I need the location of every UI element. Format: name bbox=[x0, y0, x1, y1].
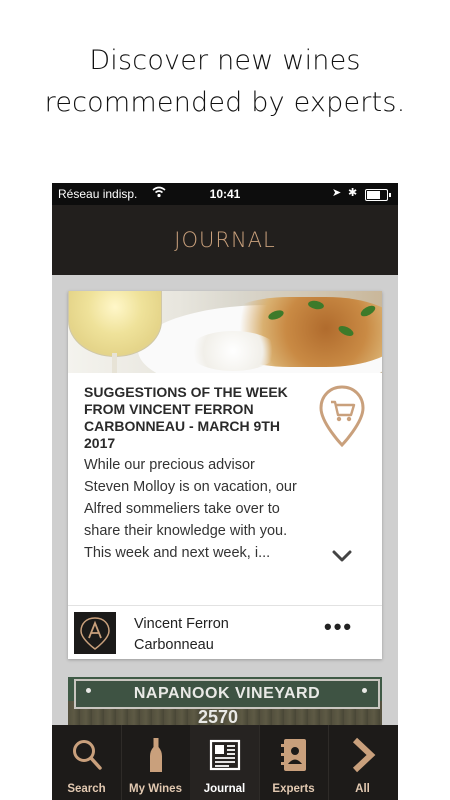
sign-text: NAPANOOK VINEYARD bbox=[133, 685, 321, 702]
headline: Discover new wines recommended by expert… bbox=[44, 45, 406, 118]
card-hero-image bbox=[68, 291, 382, 373]
card-footer: Vincent Ferron Carbonneau ••• bbox=[68, 605, 382, 660]
tab-experts[interactable]: Experts bbox=[259, 725, 329, 800]
vineyard-sign-image: NAPANOOK VINEYARD bbox=[74, 679, 380, 709]
more-options-button[interactable]: ••• bbox=[324, 616, 358, 640]
search-icon bbox=[73, 740, 102, 770]
tab-label: Experts bbox=[272, 783, 315, 795]
bottle-icon bbox=[150, 738, 162, 772]
page-title: JOURNAL bbox=[174, 228, 276, 252]
journal-card[interactable]: SUGGESTIONS OF THE WEEK FROM VINCENT FER… bbox=[68, 291, 382, 659]
author-name[interactable]: Vincent Ferron Carbonneau bbox=[134, 614, 254, 656]
tab-journal[interactable]: Journal bbox=[190, 725, 260, 800]
author-logo-icon bbox=[80, 617, 110, 650]
tab-label: Journal bbox=[203, 783, 246, 795]
navbar: JOURNAL bbox=[52, 205, 398, 275]
tab-label: Search bbox=[67, 783, 106, 795]
bluetooth-icon: ✱ bbox=[348, 187, 358, 199]
status-bar: Réseau indisp. 10:41 ➤ ✱ bbox=[52, 183, 398, 205]
card-title: SUGGESTIONS OF THE WEEK FROM VINCENT FER… bbox=[84, 384, 288, 451]
card-excerpt: While our precious advisor Steven Molloy… bbox=[84, 457, 297, 561]
phone-screen: Réseau indisp. 10:41 ➤ ✱ JOURNAL SUGGEST… bbox=[52, 183, 398, 800]
author-avatar[interactable] bbox=[74, 612, 116, 654]
chevron-right-icon bbox=[352, 737, 376, 773]
chevron-down-icon[interactable] bbox=[332, 548, 352, 564]
contacts-book-icon bbox=[281, 739, 306, 771]
tab-search[interactable]: Search bbox=[52, 725, 122, 800]
tab-label: My Wines bbox=[129, 783, 182, 795]
shopping-cart-pin-icon[interactable] bbox=[318, 385, 366, 449]
status-time: 10:41 bbox=[209, 187, 241, 201]
tab-bar: Search My Wines Journal Experts All bbox=[52, 725, 398, 800]
tab-label: All bbox=[355, 783, 370, 795]
tab-my-wines[interactable]: My Wines bbox=[121, 725, 191, 800]
newspaper-icon bbox=[209, 739, 241, 771]
tab-all[interactable]: All bbox=[328, 725, 397, 800]
battery-icon bbox=[365, 189, 391, 201]
location-arrow-icon: ➤ bbox=[332, 187, 342, 199]
